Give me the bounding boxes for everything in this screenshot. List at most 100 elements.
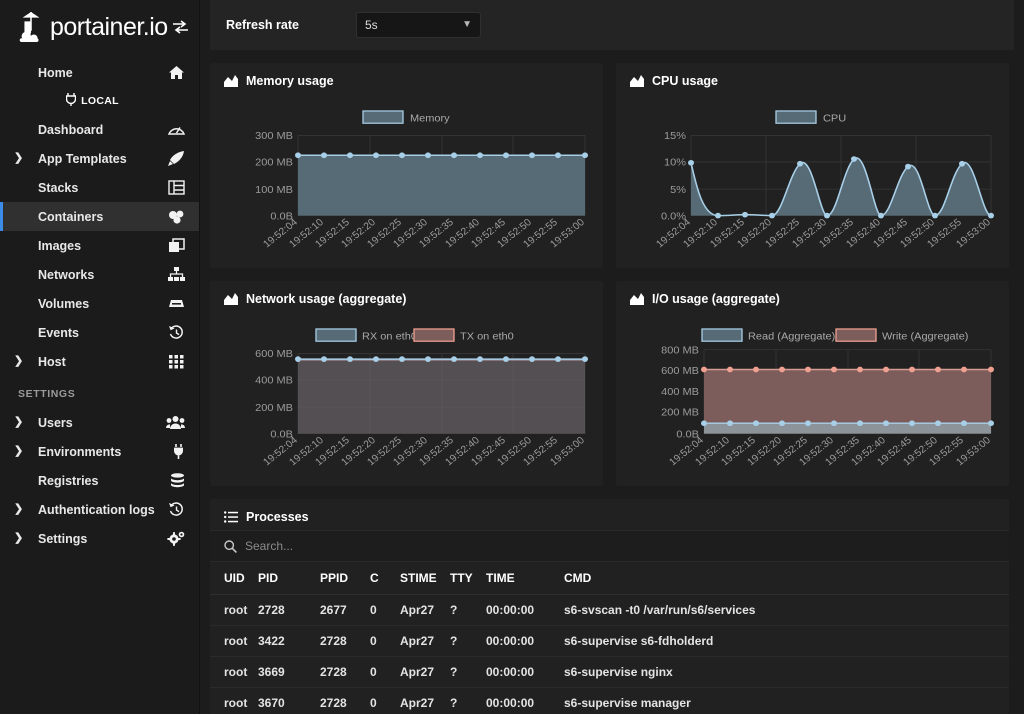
svg-text:RX on eth0: RX on eth0 xyxy=(362,331,417,343)
sidebar-item-label: Containers xyxy=(38,209,104,224)
sidebar-item-environments[interactable]: ❯ Environments xyxy=(0,437,199,466)
table-row[interactable]: root 3670 2728 0 Apr27 ? 00:00:00 s6-sup… xyxy=(210,687,1009,714)
svg-text:200 MB: 200 MB xyxy=(661,407,699,419)
panel-title: Network usage (aggregate) xyxy=(246,292,407,306)
cell-uid: root xyxy=(210,594,258,626)
sidebar-item-containers[interactable]: ❯ Containers xyxy=(0,202,199,231)
cell-time: 00:00:00 xyxy=(486,656,564,688)
cpu-chart[interactable]: CPU 15% 10% 5% 0.0% 19:52:04 19:52:10 19… xyxy=(616,94,1009,268)
sidebar-item-label: Users xyxy=(38,415,73,430)
chevron-right-icon[interactable]: ❯ xyxy=(14,417,26,428)
sidebar-item-label: Host xyxy=(38,354,66,369)
panel-cpu-usage: CPU usage CPU 15% 10% 5% 0.0% 19:52:04 1… xyxy=(616,63,1009,268)
chevron-right-icon[interactable]: ❯ xyxy=(14,153,26,164)
search-input[interactable] xyxy=(245,539,995,553)
chevron-right-icon[interactable]: ❯ xyxy=(14,533,26,544)
panel-header: Memory usage xyxy=(210,63,603,94)
cell-c: 0 xyxy=(370,656,400,688)
chevron-right-icon[interactable]: ❯ xyxy=(14,446,26,457)
rocket-icon xyxy=(167,151,185,166)
sidebar-item-host[interactable]: ❯ Host xyxy=(0,347,199,376)
memory-chart-svg: Memory 300 MB 200 MB 100 MB 0.0B 19:52:0… xyxy=(255,110,588,250)
sidebar-item-dashboard[interactable]: ❯ Dashboard xyxy=(0,115,199,144)
sidebar-item-networks[interactable]: ❯ Networks xyxy=(0,260,199,289)
sidebar-item-events[interactable]: ❯ Events xyxy=(0,318,199,347)
process-list-icon xyxy=(224,511,238,523)
history-icon xyxy=(167,502,185,517)
charts-grid: Memory usage Memory 300 MB 200 MB 100 MB… xyxy=(200,50,1024,714)
images-icon xyxy=(167,238,185,253)
panel-header: Processes xyxy=(210,499,1009,530)
cpu-chart-svg: CPU 15% 10% 5% 0.0% 19:52:04 19:52:10 19… xyxy=(654,110,994,250)
cell-time: 00:00:00 xyxy=(486,687,564,714)
cell-ppid: 2728 xyxy=(320,656,370,688)
sidebar-item-label: Settings xyxy=(38,531,88,546)
sidebar-item-app-templates[interactable]: ❯ App Templates xyxy=(0,144,199,173)
svg-text:5%: 5% xyxy=(670,184,686,196)
svg-text:300 MB: 300 MB xyxy=(255,131,293,143)
column-header-cmd[interactable]: CMD xyxy=(564,562,1009,595)
sidebar: portainer.io ❯ Home LOCAL ❯ xyxy=(0,0,200,714)
area-chart-icon xyxy=(224,293,238,305)
panel-title: CPU usage xyxy=(652,74,718,88)
cell-tty: ? xyxy=(450,687,486,714)
sidebar-item-label: App Templates xyxy=(38,151,127,166)
environment-name: LOCAL xyxy=(81,95,119,107)
grid-icon xyxy=(167,354,185,369)
cell-cmd: s6-svscan -t0 /var/run/s6/services xyxy=(564,594,1009,626)
sidebar-item-volumes[interactable]: ❯ Volumes xyxy=(0,289,199,318)
io-chart[interactable]: Read (Aggregate) Write (Aggregate) 800 M… xyxy=(616,312,1009,486)
sidebar-item-label: Dashboard xyxy=(38,122,104,137)
history-icon xyxy=(167,325,185,340)
panel-processes: Processes UID PID PPID C xyxy=(210,499,1009,714)
chevron-down-icon: ▼ xyxy=(462,19,472,30)
area-chart-icon xyxy=(224,75,238,87)
network-chart-svg: RX on eth0 TX on eth0 600 MB 400 MB 200 … xyxy=(255,328,588,468)
column-header-tty[interactable]: TTY xyxy=(450,562,486,595)
io-chart-svg: Read (Aggregate) Write (Aggregate) 800 M… xyxy=(661,328,994,468)
sidebar-item-images[interactable]: ❯ Images xyxy=(0,231,199,260)
cell-ppid: 2728 xyxy=(320,687,370,714)
table-row[interactable]: root 2728 2677 0 Apr27 ? 00:00:00 s6-svs… xyxy=(210,594,1009,626)
sidebar-item-registries[interactable]: ❯ Registries xyxy=(0,466,199,495)
cell-tty: ? xyxy=(450,625,486,657)
plug-icon xyxy=(167,444,185,459)
column-header-stime[interactable]: STIME xyxy=(400,562,450,595)
brand-logo[interactable]: portainer.io xyxy=(0,0,199,58)
column-header-pid[interactable]: PID xyxy=(258,562,320,595)
column-header-time[interactable]: TIME xyxy=(486,562,564,595)
table-row[interactable]: root 3669 2728 0 Apr27 ? 00:00:00 s6-sup… xyxy=(210,656,1009,688)
area-chart-icon xyxy=(630,293,644,305)
cell-time: 00:00:00 xyxy=(486,625,564,657)
chevron-right-icon[interactable]: ❯ xyxy=(14,504,26,515)
svg-text:Memory: Memory xyxy=(410,113,450,125)
cell-ppid: 2728 xyxy=(320,625,370,657)
panel-title: I/O usage (aggregate) xyxy=(652,292,780,306)
sidebar-item-label: Registries xyxy=(38,473,99,488)
table-row[interactable]: root 3422 2728 0 Apr27 ? 00:00:00 s6-sup… xyxy=(210,625,1009,657)
sidebar-item-label: Networks xyxy=(38,267,95,282)
collapse-arrows-icon[interactable] xyxy=(172,20,189,34)
svg-text:400 MB: 400 MB xyxy=(255,375,293,387)
memory-chart[interactable]: Memory 300 MB 200 MB 100 MB 0.0B 19:52:0… xyxy=(210,94,603,268)
cell-pid: 3670 xyxy=(258,687,320,714)
sidebar-item-label: Environments xyxy=(38,444,122,459)
svg-text:Write (Aggregate): Write (Aggregate) xyxy=(882,331,968,343)
chevron-right-icon[interactable]: ❯ xyxy=(14,356,26,367)
network-chart[interactable]: RX on eth0 TX on eth0 600 MB 400 MB 200 … xyxy=(210,312,603,486)
column-header-c[interactable]: C xyxy=(370,562,400,595)
column-header-uid[interactable]: UID xyxy=(210,562,258,595)
sidebar-item-settings[interactable]: ❯ Settings xyxy=(0,524,199,553)
processes-search-bar[interactable] xyxy=(210,530,1009,562)
list-icon xyxy=(167,180,185,195)
sidebar-item-stacks[interactable]: ❯ Stacks xyxy=(0,173,199,202)
sidebar-item-users[interactable]: ❯ Users xyxy=(0,408,199,437)
column-header-ppid[interactable]: PPID xyxy=(320,562,370,595)
cell-pid: 2728 xyxy=(258,594,320,626)
cell-pid: 3422 xyxy=(258,625,320,657)
refresh-rate-select[interactable]: 5s ▼ xyxy=(356,12,481,38)
panel-title: Processes xyxy=(246,510,309,524)
dashboard-icon xyxy=(167,122,185,137)
sidebar-item-authentication-logs[interactable]: ❯ Authentication logs xyxy=(0,495,199,524)
sidebar-item-home[interactable]: ❯ Home xyxy=(0,58,199,87)
